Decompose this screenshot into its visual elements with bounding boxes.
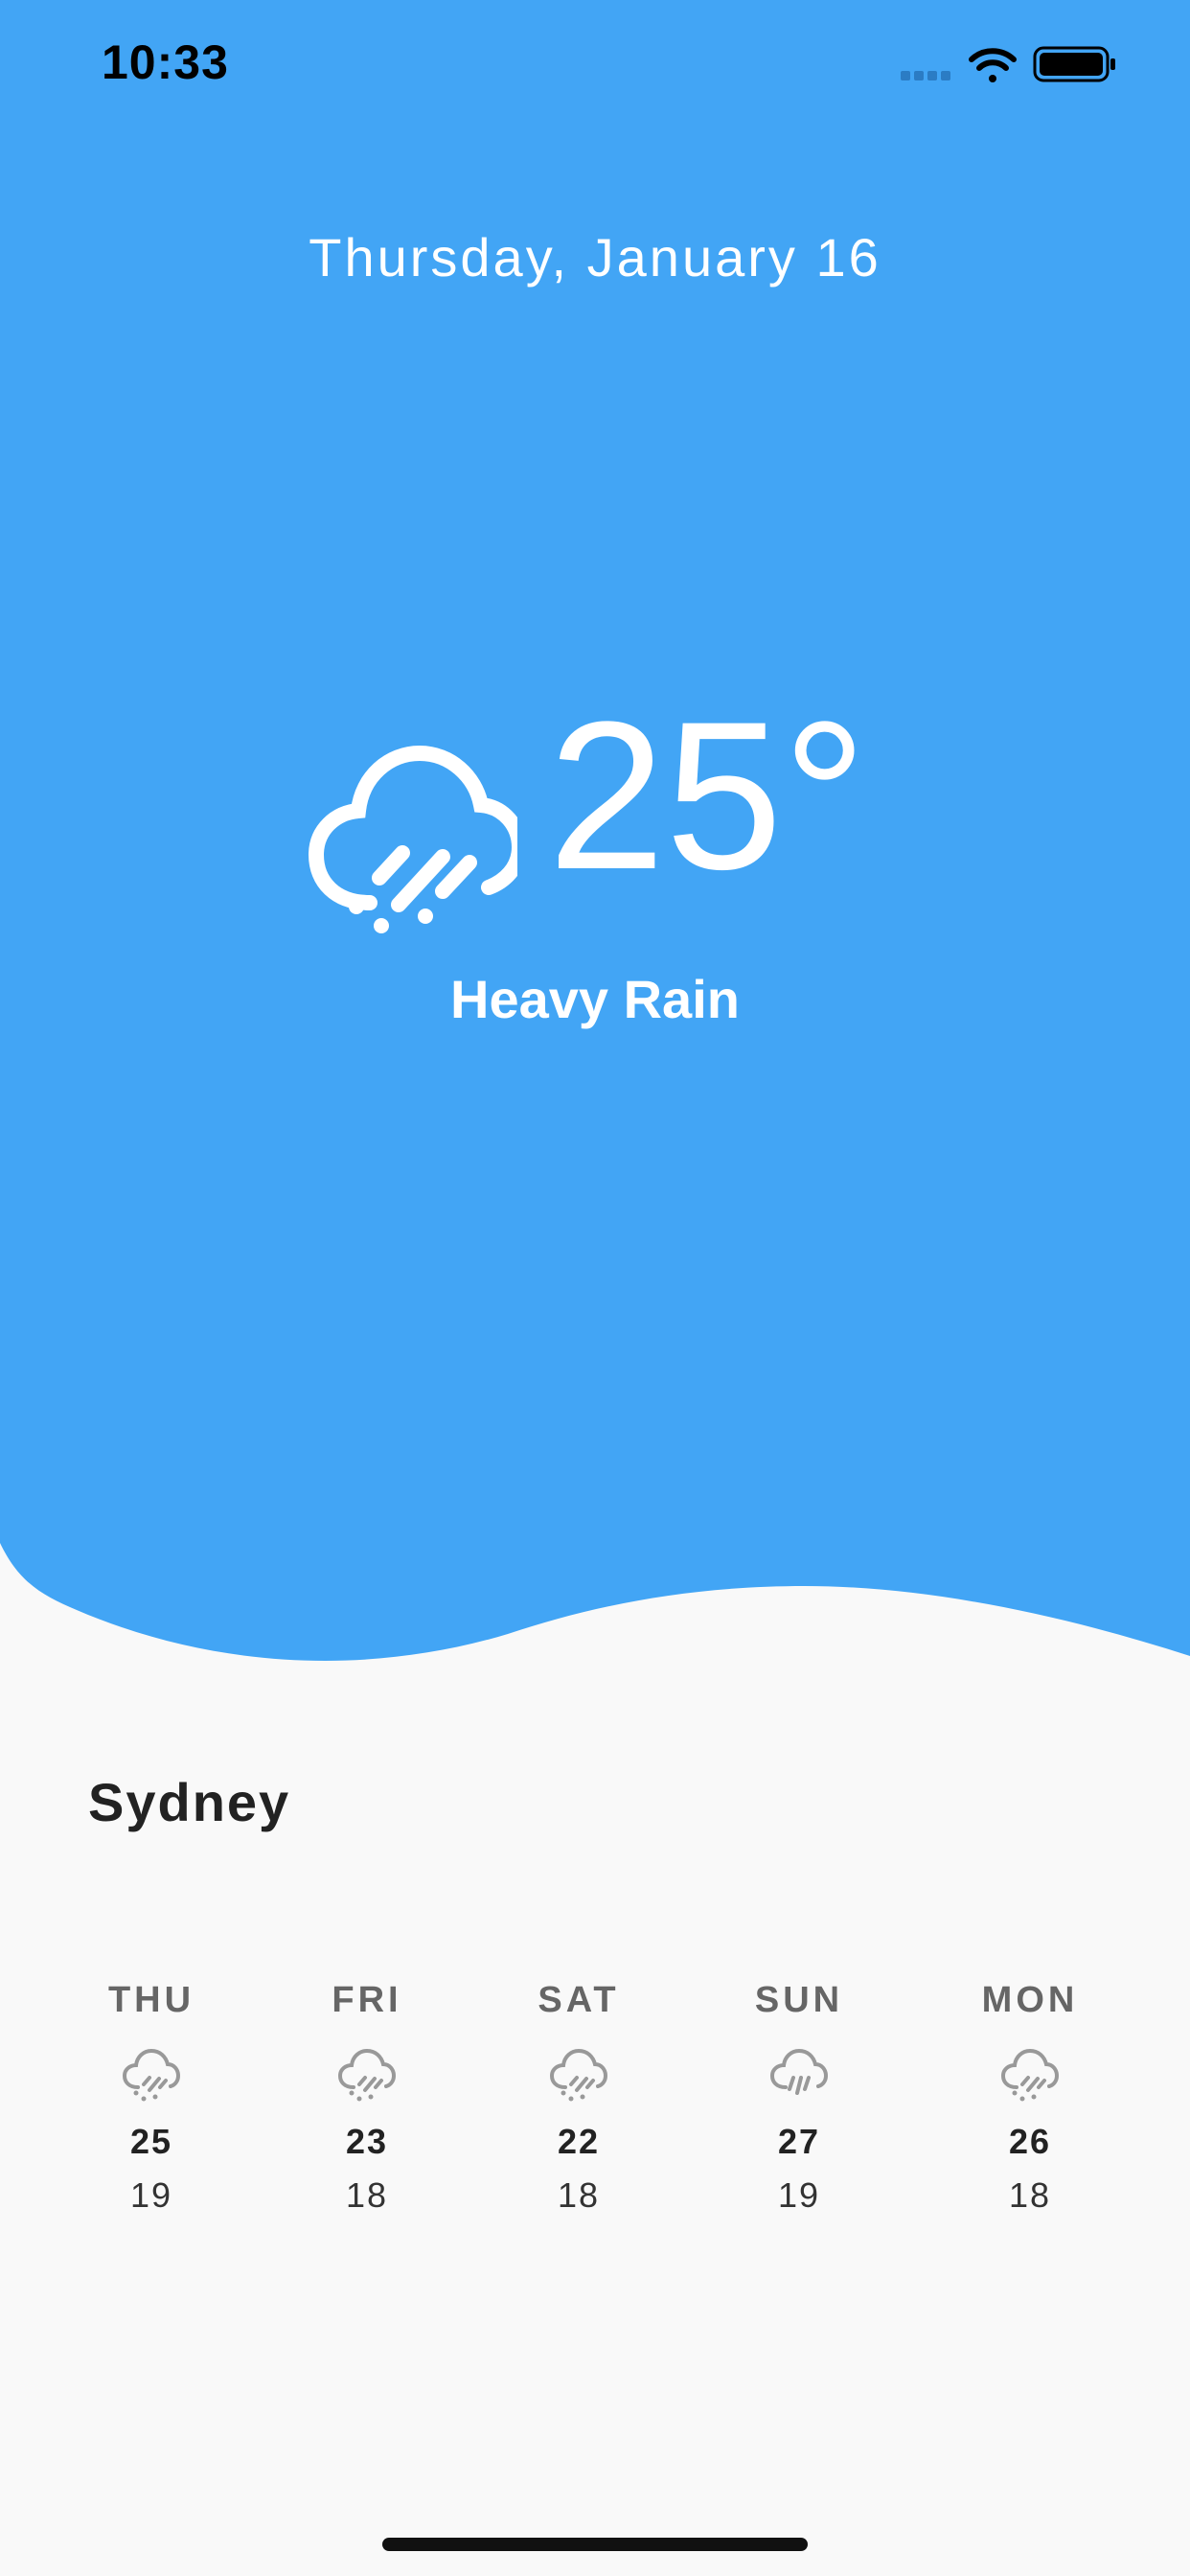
forecast-high: 25 (129, 2122, 173, 2161)
rain-cloud-icon (769, 2048, 829, 2095)
forecast-day: THU 25 19 (56, 1976, 247, 2216)
forecast-low: 18 (557, 2175, 601, 2215)
rain-cloud-icon (549, 2048, 608, 2102)
home-indicator[interactable] (382, 2538, 808, 2551)
forecast-day-name: MON (981, 1980, 1079, 2020)
status-time: 10:33 (102, 35, 229, 89)
forecast-day: SUN 27 19 (703, 1976, 895, 2216)
forecast-high: 26 (1008, 2122, 1052, 2161)
forecast-day: MON 26 18 (934, 1976, 1126, 2216)
status-icons (901, 46, 1115, 82)
forecast-day-name: SAT (538, 1980, 620, 2020)
status-bar: 10:33 (0, 0, 1190, 134)
forecast-high: 23 (345, 2122, 389, 2161)
forecast-day: FRI 23 18 (271, 1976, 463, 2216)
forecast-day-name: FRI (332, 1980, 402, 2020)
heavy-rain-icon (308, 745, 517, 933)
forecast-low: 18 (345, 2175, 389, 2215)
current-condition: Heavy Rain (450, 969, 740, 1029)
city-name: Sydney (88, 1772, 291, 1832)
forecast-low: 18 (1008, 2175, 1052, 2215)
forecast-day: SAT 22 18 (483, 1976, 675, 2216)
forecast-day-name: SUN (754, 1980, 844, 2020)
rain-cloud-icon (337, 2048, 397, 2102)
wifi-icon (969, 48, 1017, 82)
hero-panel: 10:33 Thursday, January 16 25° Heavy Rai… (0, 0, 1190, 1668)
forecast-day-name: THU (107, 1980, 195, 2020)
forecast-high: 22 (557, 2122, 601, 2161)
forecast-row: THU 25 19 FRI 23 18 SAT 22 18 SUN 27 19 … (0, 1976, 1190, 2244)
rain-cloud-icon (1000, 2048, 1060, 2102)
battery-icon (1033, 46, 1115, 82)
forecast-low: 19 (777, 2175, 821, 2215)
forecast-low: 19 (129, 2175, 173, 2215)
forecast-high: 27 (777, 2122, 821, 2161)
signal-icon (901, 71, 950, 80)
current-temperature: 25° (548, 678, 867, 913)
current-date: Thursday, January 16 (309, 227, 881, 288)
rain-cloud-icon (122, 2048, 181, 2102)
